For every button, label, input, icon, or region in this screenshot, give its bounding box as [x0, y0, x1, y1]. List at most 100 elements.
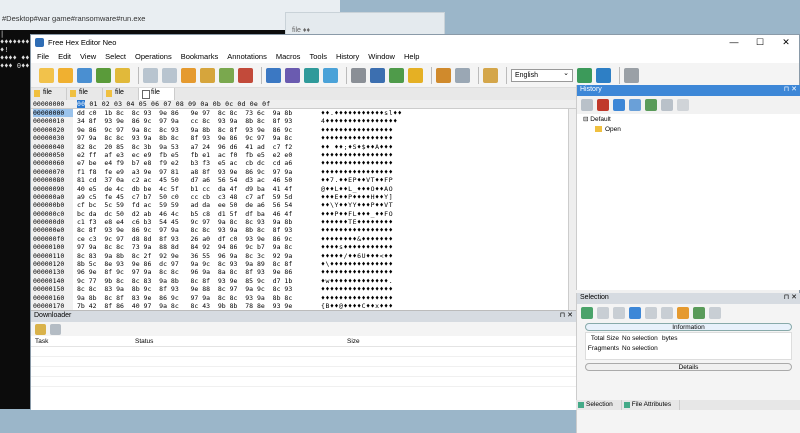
hex-mode-icon[interactable]	[408, 67, 423, 83]
hex-row[interactable]: 81 cd 37 0a c2 ac 45 50 d7 a6 56 54 d3 a…	[77, 176, 311, 184]
select-merge-icon[interactable]	[661, 307, 673, 319]
hex-row[interactable]: bc da dc 50 d2 ab 46 4c b5 c8 d1 5f df b…	[77, 210, 311, 218]
hex-row[interactable]: cf bc 5c 59 fd ac 59 59 ad da ee 50 de a…	[77, 201, 311, 209]
download-icon[interactable]	[50, 323, 61, 335]
ascii-row[interactable]: ♦♦ ♦♦;♦S♦$♦♦A♦♦♦	[321, 143, 431, 151]
split-view-icon[interactable]	[455, 67, 470, 83]
redo-icon[interactable]	[162, 67, 177, 83]
select-clear-icon[interactable]	[709, 307, 721, 319]
select-all-icon[interactable]	[581, 307, 593, 319]
history-options-icon[interactable]	[677, 99, 689, 111]
layout-icon[interactable]	[436, 67, 451, 83]
ascii-row[interactable]: ♦♦♦♦♦♦♦♦♦♦♦♦♦♦♦♦	[321, 285, 431, 293]
save-icon[interactable]	[77, 67, 92, 83]
hex-row[interactable]: dd c0 1b 8c 8c 93 9e 86 9e 97 8c 8c 73 6…	[77, 109, 311, 117]
history-save-icon[interactable]	[629, 99, 641, 111]
web-update-icon[interactable]	[596, 67, 611, 83]
menu-file[interactable]: File	[37, 52, 49, 61]
history-view-icon[interactable]	[613, 99, 625, 111]
ascii-row[interactable]: ♦♦♦♦♦♦♦♦♦♦♦♦♦♦♦♦	[321, 226, 431, 234]
menu-bookmarks[interactable]: Bookmarks	[181, 52, 219, 61]
history-item-default[interactable]: ⊟ Default	[577, 114, 800, 124]
hex-row[interactable]: 9a 8b 8c 8f 83 9e 86 9c 97 9a 8c 8c 93 9…	[77, 294, 311, 302]
hex-row[interactable]: ce c3 9c 97 d8 8d 8f 93 26 a0 df c0 93 9…	[77, 235, 311, 243]
hex-row[interactable]: e2 ff af e3 ec e9 fb e5 fb e1 ac f0 fb e…	[77, 151, 311, 159]
ascii-row[interactable]: ♦♦♦♦♦♦♦♦♦♦♦♦♦♦♦♦	[321, 126, 431, 134]
ascii-row[interactable]: ♦♦♦♦♦♦♦♦♦♦♦♦♦♦♦♦	[321, 268, 431, 276]
ascii-row[interactable]: ♦♦♦♦s♦♦♦♦♦♦♦♦♦♦♦	[321, 243, 431, 251]
ascii-row[interactable]: ♦♦♦♦♦♦♦♦♦♦♦♦♦♦♦♦	[321, 294, 431, 302]
tab-file[interactable]: file	[103, 88, 139, 100]
language-select[interactable]: English	[511, 68, 573, 82]
replace-icon[interactable]	[304, 67, 319, 83]
hex-row[interactable]: 8c 8c 83 9a 8b 9c 8f 93 9e 88 8c 97 9a 9…	[77, 285, 311, 293]
byte-column[interactable]: dd c0 1b 8c 8c 93 9e 86 9e 97 8c 8c 73 6…	[73, 109, 311, 310]
select-info-icon[interactable]	[629, 307, 641, 319]
tab-file[interactable]: file	[67, 88, 103, 100]
vertical-scrollbar[interactable]	[568, 109, 576, 340]
ascii-row[interactable]: ♦♦♦♦♦♦♦♦♦♦♦♦♦♦♦♦	[321, 168, 431, 176]
information-header[interactable]: Information	[585, 323, 792, 331]
settings-icon[interactable]	[351, 67, 366, 83]
column-size[interactable]: Size	[347, 338, 467, 346]
hex-row[interactable]: 9c 77 9b 8c 8c 83 9a 8b 8c 8f 93 9e 85 9…	[77, 277, 311, 285]
delete-icon[interactable]	[238, 67, 253, 83]
goto-icon[interactable]	[323, 67, 338, 83]
history-panel-controls[interactable]: ⊓ ✕	[784, 85, 797, 93]
menu-history[interactable]: History	[336, 52, 359, 61]
selection-panel-controls[interactable]: ⊓ ✕	[784, 293, 797, 301]
ascii-row[interactable]: ♦♦♦♦♦♦♦♦♦♦♦♦♦♦♦♦	[321, 159, 431, 167]
select-invert-icon[interactable]	[645, 307, 657, 319]
column-status[interactable]: Status	[135, 338, 347, 346]
ascii-row[interactable]: ♦♦♦P♦♦FL♦♦♦_♦♦FO	[321, 210, 431, 218]
hex-row[interactable]: 40 e5 de 4c db be 4c 5f b1 cc da 4f d9 b…	[77, 185, 311, 193]
hex-row[interactable]: 97 9a 8c 8c 93 9a 8b 8c 8f 93 9e 86 9c 9…	[77, 134, 311, 142]
save-all-icon[interactable]	[96, 67, 111, 83]
globe-icon[interactable]	[577, 67, 592, 83]
ascii-row[interactable]: @♦♦L♦♦L_♦♦♦O♦♦AO	[321, 185, 431, 193]
menu-edit[interactable]: Edit	[58, 52, 71, 61]
select-export-icon[interactable]	[693, 307, 705, 319]
history-clear-icon[interactable]	[597, 99, 609, 111]
calculator-icon[interactable]	[389, 67, 404, 83]
ascii-row[interactable]: ♦♦♦♦♦♦♦♦♦♦♦♦♦♦♦♦	[321, 134, 431, 142]
maximize-button[interactable]: ☐	[747, 37, 773, 48]
ascii-row[interactable]: ♦w♦♦♦♦♦♦♦♦♦♦♦♦♦.	[321, 277, 431, 285]
details-header[interactable]: Details	[585, 363, 792, 371]
hex-row[interactable]: 8b 5c 8e 93 9e 86 dc 97 9a 9c 8c 93 9a 8…	[77, 260, 311, 268]
hex-row[interactable]: 82 8c 20 85 8c 3b 9a 53 a7 24 96 d6 41 a…	[77, 143, 311, 151]
column-task[interactable]: Task	[31, 338, 135, 346]
print-icon[interactable]	[115, 67, 130, 83]
open-file-icon[interactable]	[58, 67, 73, 83]
hex-row[interactable]: 8c 83 9a 8b 8c 2f 92 9e 36 55 96 9a 8c 3…	[77, 252, 311, 260]
hex-row[interactable]: c1 f3 e8 e4 c6 b3 54 45 9c 97 9a 8c 8c 9…	[77, 218, 311, 226]
history-undo-icon[interactable]	[581, 99, 593, 111]
tools-icon[interactable]	[624, 67, 639, 83]
ascii-row[interactable]: ♦♦7.♦♦EP♦♦VT♦♦FP	[321, 176, 431, 184]
hex-row[interactable]: 97 9a 8c 8c 73 9a 88 8d 84 92 94 86 9c b…	[77, 243, 311, 251]
menu-select[interactable]: Select	[105, 52, 126, 61]
minimize-button[interactable]: —	[721, 37, 747, 48]
ascii-row[interactable]: ♦♦♦E♦♦P♦♦♦♦H♦♦Y]	[321, 193, 431, 201]
hex-row[interactable]: 9e 86 9c 97 9a 8c 8c 93 9a 8b 8c 8f 93 9…	[77, 126, 311, 134]
find-next-icon[interactable]	[285, 67, 300, 83]
menu-view[interactable]: View	[80, 52, 96, 61]
menu-window[interactable]: Window	[368, 52, 395, 61]
history-item-open[interactable]: Open	[577, 124, 800, 134]
ascii-row[interactable]: ♦♦\Y♦♦YY♦♦♦P♦♦VT	[321, 201, 431, 209]
background-window[interactable]: file ♦♦	[285, 12, 445, 36]
select-fill-icon[interactable]	[677, 307, 689, 319]
tab-file-active[interactable]: file	[139, 88, 175, 100]
undo-icon[interactable]	[143, 67, 158, 83]
columns-icon[interactable]	[483, 67, 498, 83]
select-range-icon[interactable]	[613, 307, 625, 319]
paste-icon[interactable]	[219, 67, 234, 83]
ascii-column[interactable]: ♦♦.♦♦♦♦♦♦♦♦♦♦♦sl♦♦ 4♦♦♦♦♦♦♦♦♦♦♦♦♦♦♦♦ ♦♦♦♦♦…	[311, 109, 431, 310]
close-button[interactable]: ✕	[773, 37, 799, 48]
ascii-row[interactable]: ♦\♦♦♦♦♦♦♦♦♦♦♦♦♦♦	[321, 260, 431, 268]
edit-icon[interactable]	[370, 67, 385, 83]
menu-annotations[interactable]: Annotations	[227, 52, 267, 61]
ascii-row[interactable]: ♦♦♦♦♦♦TE♦♦♦♦♦♦♦♦	[321, 218, 431, 226]
ascii-row[interactable]: 4♦♦♦♦♦♦♦♦♦♦♦♦♦♦♦♦	[321, 117, 431, 125]
hex-row[interactable]: a9 c5 fe 45 c7 b7 50 c0 cc cb c3 48 c7 a…	[77, 193, 311, 201]
